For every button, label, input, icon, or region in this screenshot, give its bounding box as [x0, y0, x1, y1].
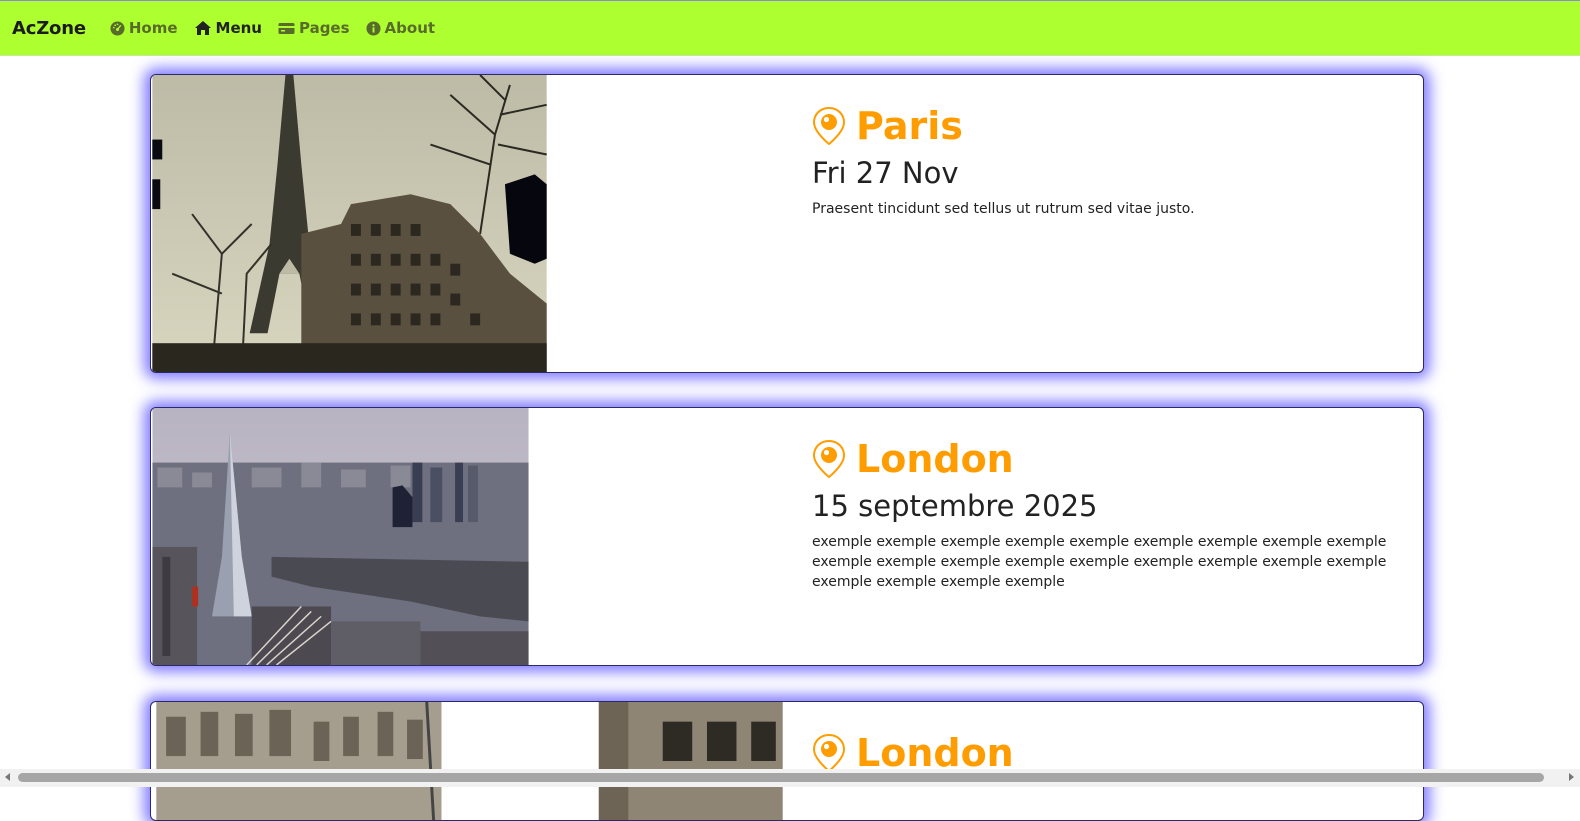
location-pin-icon: [812, 106, 846, 146]
info-circle-icon: [366, 20, 381, 36]
horizontal-scrollbar[interactable]: [0, 769, 1580, 787]
event-description: exemple exemple exemple exemple exemple …: [812, 534, 1387, 590]
brand-logo[interactable]: AcZone: [12, 18, 86, 39]
event-card[interactable]: London 15 septembre 2025 exemple exemple…: [150, 407, 1424, 666]
city-name: Paris: [856, 104, 963, 148]
card-body: London 15 septembre 2025 exemple exemple…: [812, 436, 1401, 592]
paris-photo: [152, 75, 547, 372]
nav-item-label: Menu: [215, 19, 262, 37]
navbar: AcZone Home Menu Pages About: [0, 0, 1580, 56]
nav-item-home[interactable]: Home: [110, 19, 178, 37]
nav-item-label: Home: [128, 19, 178, 37]
city-title: London: [812, 436, 1401, 482]
nav-item-label: Pages: [298, 19, 350, 37]
card-icon: [278, 22, 295, 34]
nav-item-label: About: [384, 19, 436, 37]
event-card[interactable]: London: [150, 701, 1424, 821]
event-card[interactable]: Paris Fri 27 Nov Praesent tincidunt sed …: [150, 74, 1424, 373]
city-name: London: [856, 437, 1014, 481]
scroll-right-arrow-icon[interactable]: [1569, 773, 1574, 781]
house-icon: [194, 21, 211, 35]
nav-item-menu[interactable]: Menu: [194, 19, 262, 37]
london-photo: [152, 408, 529, 665]
city-title: Paris: [812, 103, 1401, 149]
scroll-left-arrow-icon[interactable]: [5, 773, 10, 781]
nav-item-about[interactable]: About: [366, 19, 436, 37]
london-street-photo: [156, 702, 783, 820]
event-date: Fri 27 Nov: [812, 156, 959, 190]
location-pin-icon: [812, 439, 846, 479]
card-body: Paris Fri 27 Nov Praesent tincidunt sed …: [812, 103, 1401, 219]
event-description: Praesent tincidunt sed tellus ut rutrum …: [812, 201, 1195, 217]
scrollbar-thumb[interactable]: [18, 773, 1544, 782]
event-date: 15 septembre 2025: [812, 489, 1098, 523]
nav-item-pages[interactable]: Pages: [278, 19, 350, 37]
dashboard-icon: [110, 20, 125, 36]
location-pin-icon: [812, 733, 846, 773]
